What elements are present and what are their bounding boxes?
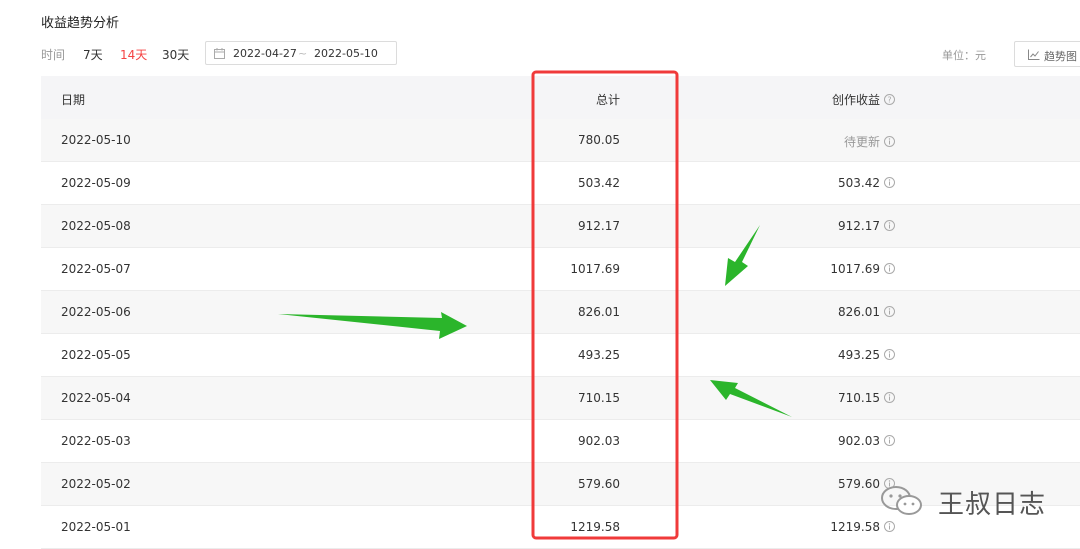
row-income-value: 1017.69 — [830, 262, 880, 276]
info-icon[interactable] — [884, 220, 895, 231]
row-income: 1017.69 — [830, 262, 895, 276]
trend-chart-button-label: 趋势图 — [1044, 50, 1077, 63]
header-total: 总计 — [595, 93, 620, 107]
watermark: 王叔日志 — [874, 483, 1064, 520]
row-total: 493.25 — [578, 348, 620, 362]
date-range-picker[interactable]: 2022-04-27 ~ 2022-05-10 — [205, 41, 397, 65]
row-total: 902.03 — [578, 434, 620, 448]
row-income: 待更新 — [844, 133, 895, 150]
filter-7days[interactable]: 7天 — [83, 46, 103, 63]
row-income-value: 710.15 — [838, 391, 880, 405]
row-income-value: 1219.58 — [830, 520, 880, 534]
watermark-text: 王叔日志 — [938, 490, 1047, 520]
info-icon[interactable] — [884, 521, 895, 532]
info-icon[interactable] — [884, 435, 895, 446]
row-income-value: 902.03 — [838, 434, 880, 448]
unit-label: 单位：元 — [942, 49, 986, 62]
row-income: 826.01 — [838, 305, 895, 319]
row-total: 1219.58 — [570, 520, 620, 534]
wechat-icon — [881, 486, 922, 515]
table-row: 2022-05-07 1017.69 1017.69 — [41, 248, 1080, 291]
table-row: 2022-05-08 912.17 912.17 — [41, 205, 1080, 248]
info-icon[interactable] — [884, 263, 895, 274]
filter-14days[interactable]: 14天 — [120, 46, 147, 63]
row-date: 2022-05-05 — [61, 348, 131, 362]
row-date: 2022-05-07 — [61, 262, 131, 276]
row-income: 1219.58 — [830, 520, 895, 534]
filter-30days[interactable]: 30天 — [162, 46, 189, 63]
row-total: 710.15 — [578, 391, 620, 405]
row-date: 2022-05-10 — [61, 133, 131, 147]
info-icon[interactable] — [884, 177, 895, 188]
row-income: 710.15 — [838, 391, 895, 405]
row-total: 780.05 — [578, 133, 620, 147]
row-income: 493.25 — [838, 348, 895, 362]
header-income-label: 创作收益 — [831, 93, 880, 107]
row-total: 579.60 — [578, 477, 620, 491]
table-row: 2022-05-06 826.01 826.01 — [41, 291, 1080, 334]
info-icon[interactable] — [884, 306, 895, 317]
line-chart-icon — [1028, 49, 1040, 60]
trend-chart-button[interactable]: 趋势图 — [1014, 41, 1080, 67]
time-filter-label: 时间 — [41, 48, 66, 62]
table-row: 2022-05-10 780.05 待更新 — [41, 119, 1080, 162]
row-date: 2022-05-09 — [61, 176, 131, 190]
row-total: 1017.69 — [570, 262, 620, 276]
info-icon[interactable] — [884, 136, 895, 147]
page-title: 收益趋势分析 — [41, 16, 120, 31]
row-total: 826.01 — [578, 305, 620, 319]
row-date: 2022-05-03 — [61, 434, 131, 448]
row-total: 912.17 — [578, 219, 620, 233]
row-date: 2022-05-08 — [61, 219, 131, 233]
row-income-value: 826.01 — [838, 305, 880, 319]
header-date: 日期 — [61, 93, 86, 107]
info-icon[interactable] — [884, 349, 895, 360]
table-header: 日期 总计 创作收益? — [41, 76, 1080, 119]
row-income-value: 912.17 — [838, 219, 880, 233]
header-income: 创作收益? — [832, 91, 895, 108]
row-income-value: 503.42 — [838, 176, 880, 190]
row-income: 902.03 — [838, 434, 895, 448]
table-row: 2022-05-04 710.15 710.15 — [41, 377, 1080, 420]
row-date: 2022-05-04 — [61, 391, 131, 405]
row-date: 2022-05-06 — [61, 305, 131, 319]
calendar-icon — [214, 48, 225, 59]
svg-text:?: ? — [887, 96, 891, 105]
row-total: 503.42 — [578, 176, 620, 190]
row-date: 2022-05-02 — [61, 477, 131, 491]
end-date: 2022-05-10 — [314, 47, 378, 60]
date-separator: ~ — [298, 47, 308, 60]
help-icon[interactable]: ? — [884, 94, 895, 105]
row-income: 912.17 — [838, 219, 895, 233]
row-income-value: 待更新 — [843, 135, 880, 149]
table-row: 2022-05-09 503.42 503.42 — [41, 162, 1080, 205]
earnings-table: 日期 总计 创作收益? 2022-05-10 780.05 待更新 2022-05-0… — [41, 76, 1080, 549]
row-income-value: 493.25 — [838, 348, 880, 362]
table-row: 2022-05-05 493.25 493.25 — [41, 334, 1080, 377]
table-row: 2022-05-03 902.03 902.03 — [41, 420, 1080, 463]
row-date: 2022-05-01 — [61, 520, 131, 534]
start-date: 2022-04-27 — [233, 47, 297, 60]
info-icon[interactable] — [884, 392, 895, 403]
row-income: 503.42 — [838, 176, 895, 190]
